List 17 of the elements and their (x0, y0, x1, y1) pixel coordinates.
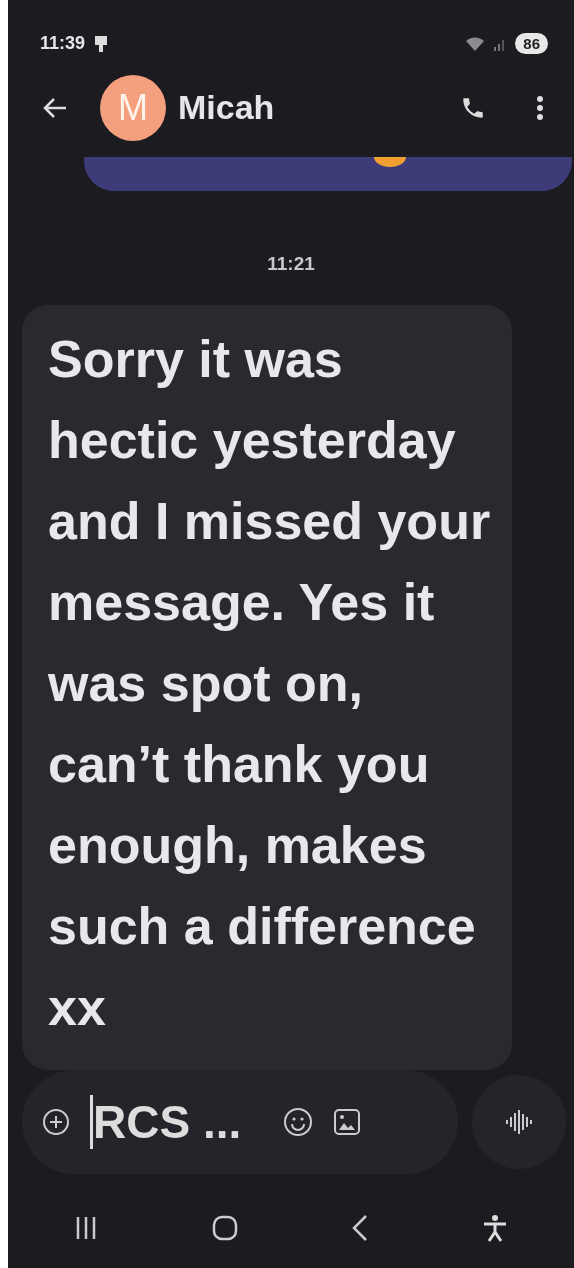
message-timestamp: 11:21 (266, 253, 316, 276)
contact-name[interactable]: Micah (178, 88, 275, 128)
emoji-icon[interactable] (283, 1107, 313, 1138)
more-options-icon[interactable] (536, 94, 544, 121)
home-icon[interactable] (210, 1214, 239, 1243)
wifi-icon (465, 35, 486, 52)
notification-icon (93, 34, 110, 53)
back-icon[interactable] (351, 1214, 370, 1243)
message-input-field[interactable]: RCS ... (90, 1095, 253, 1150)
add-icon[interactable] (42, 1108, 70, 1137)
battery-level: 86 (515, 33, 548, 55)
image-icon[interactable] (333, 1108, 361, 1137)
status-time: 11:39 (40, 33, 86, 55)
emoji-icon (372, 157, 408, 168)
accessibility-icon[interactable] (481, 1214, 508, 1243)
back-icon[interactable] (42, 96, 68, 119)
message-bubble[interactable]: Sorry it was hectic yesterday and I missed your message. Yes it was spot on, can’t thank you enough, makes such a difference xx (22, 305, 512, 1071)
